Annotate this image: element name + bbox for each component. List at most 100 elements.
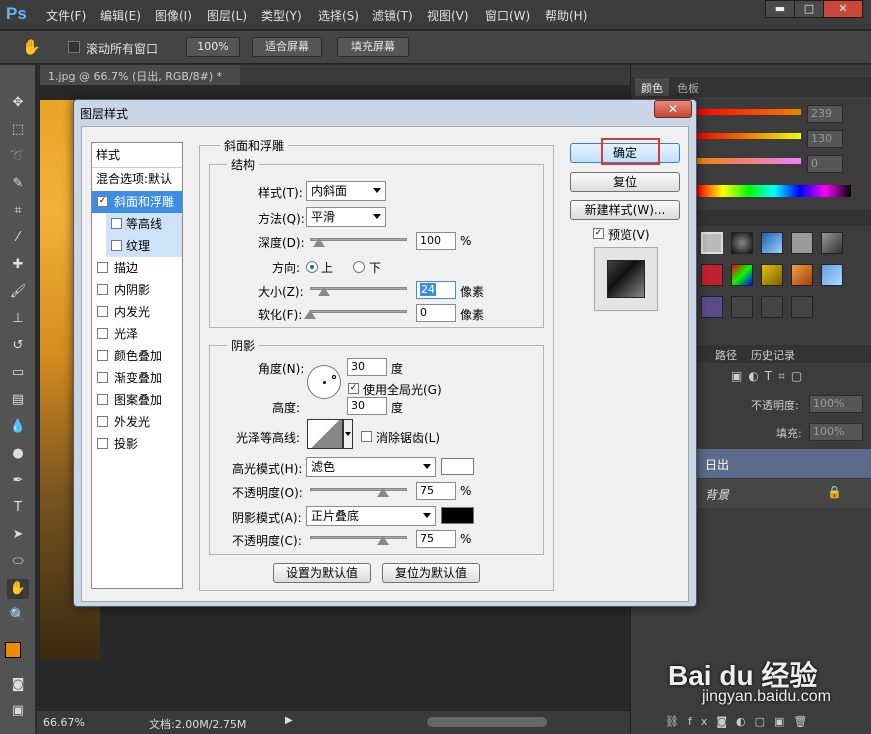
zoom-tool-icon[interactable]: 🔍: [7, 606, 29, 626]
style-item-stroke[interactable]: 描边: [92, 257, 182, 279]
horizontal-scrollbar[interactable]: [427, 717, 547, 727]
angle-dial[interactable]: [307, 365, 341, 399]
preview-checkbox[interactable]: ✓: [593, 228, 604, 239]
technique-select[interactable]: 平滑: [306, 207, 386, 227]
zoom-level[interactable]: 66.67%: [43, 716, 85, 729]
fit-screen-button[interactable]: 适合屏幕: [252, 37, 322, 57]
make-default-button[interactable]: 设置为默认值: [273, 563, 371, 583]
menu-edit[interactable]: 编辑(E): [100, 7, 141, 24]
eyedropper-tool-icon[interactable]: ⁄: [7, 228, 29, 248]
style-item-drop-shadow[interactable]: 投影: [92, 433, 182, 455]
blue-slider[interactable]: [697, 158, 801, 164]
tab-color[interactable]: 颜色: [635, 78, 669, 96]
style-swatch[interactable]: [731, 264, 753, 286]
blend-options-item[interactable]: 混合选项:默认: [96, 170, 172, 187]
brush-tool-icon[interactable]: 🖌: [7, 282, 29, 302]
dodge-tool-icon[interactable]: ●: [7, 444, 29, 464]
style-checkbox[interactable]: [111, 240, 122, 251]
style-item-color-overlay[interactable]: 颜色叠加: [92, 345, 182, 367]
menu-filter[interactable]: 滤镜(T): [372, 7, 413, 24]
menu-type[interactable]: 类型(Y): [261, 7, 302, 24]
color-spectrum-bar[interactable]: [697, 185, 851, 197]
anti-alias-checkbox[interactable]: [361, 431, 372, 442]
highlight-opacity-thumb[interactable]: [377, 488, 389, 497]
tab-paths[interactable]: 路径: [709, 345, 743, 363]
reset-default-button[interactable]: 复位为默认值: [382, 563, 480, 583]
style-swatch[interactable]: [821, 232, 843, 254]
maximize-button[interactable]: □: [794, 0, 824, 18]
size-slider-thumb[interactable]: [318, 287, 330, 296]
style-swatch[interactable]: [701, 296, 723, 318]
layer-action-icons[interactable]: ⛓fx◙◐▢▣🗑: [665, 715, 816, 728]
menu-file[interactable]: 文件(F): [46, 7, 86, 24]
fill-input[interactable]: 100%: [809, 423, 863, 441]
style-checkbox[interactable]: ✓: [97, 196, 108, 207]
depth-input[interactable]: 100: [416, 232, 456, 250]
status-menu-arrow-icon[interactable]: ▶: [285, 715, 293, 726]
menu-window[interactable]: 窗口(W): [485, 7, 530, 24]
style-item-bevel-emboss[interactable]: ✓ 斜面和浮雕: [92, 191, 182, 213]
shadow-opacity-thumb[interactable]: [377, 536, 389, 545]
green-slider[interactable]: [697, 133, 801, 139]
style-checkbox[interactable]: [97, 262, 108, 273]
bevel-style-select[interactable]: 内斜面: [306, 181, 386, 201]
soften-slider-thumb[interactable]: [304, 310, 316, 319]
style-item-inner-shadow[interactable]: 内阴影: [92, 279, 182, 301]
fill-screen-button[interactable]: 填充屏幕: [337, 37, 409, 57]
zoom-100-button[interactable]: 100%: [186, 37, 240, 57]
shadow-opacity-slider[interactable]: [310, 536, 407, 539]
style-swatch[interactable]: [791, 296, 813, 318]
chevron-down-icon[interactable]: [343, 419, 353, 449]
hand-tool-icon[interactable]: ✋: [7, 579, 29, 599]
healing-tool-icon[interactable]: ✚: [7, 255, 29, 275]
style-swatch[interactable]: [791, 232, 813, 254]
quick-select-tool-icon[interactable]: ✎: [7, 174, 29, 194]
direction-down-radio[interactable]: [353, 261, 365, 273]
red-value[interactable]: 239: [807, 105, 843, 123]
style-swatch[interactable]: [731, 232, 753, 254]
style-checkbox[interactable]: [97, 328, 108, 339]
dialog-close-button[interactable]: ✕: [654, 100, 692, 118]
quick-mask-icon[interactable]: ◙: [7, 675, 29, 695]
style-item-inner-glow[interactable]: 内发光: [92, 301, 182, 323]
document-tab[interactable]: 1.jpg @ 66.7% (日出, RGB/8#) * ×: [40, 65, 240, 97]
soften-input[interactable]: 0: [416, 304, 456, 322]
reset-button[interactable]: 复位: [570, 172, 680, 192]
blur-tool-icon[interactable]: 💧: [7, 417, 29, 437]
layer-filter-icons[interactable]: ▣◐T⌗▢: [731, 369, 808, 384]
new-style-button[interactable]: 新建样式(W)...: [570, 200, 680, 220]
style-checkbox[interactable]: [97, 394, 108, 405]
style-swatch[interactable]: [701, 264, 723, 286]
style-checkbox[interactable]: [97, 372, 108, 383]
gradient-tool-icon[interactable]: ▤: [7, 390, 29, 410]
style-swatch[interactable]: [761, 264, 783, 286]
eraser-tool-icon[interactable]: ▭: [7, 363, 29, 383]
depth-slider-thumb[interactable]: [313, 238, 325, 247]
menu-view[interactable]: 视图(V): [427, 7, 469, 24]
global-light-checkbox[interactable]: ✓: [348, 383, 359, 394]
type-tool-icon[interactable]: T: [7, 498, 29, 518]
path-select-tool-icon[interactable]: ➤: [7, 525, 29, 545]
style-swatch[interactable]: [821, 264, 843, 286]
style-swatch[interactable]: [701, 232, 723, 254]
style-checkbox[interactable]: [97, 438, 108, 449]
tab-swatches[interactable]: 色板: [671, 78, 705, 96]
style-checkbox[interactable]: [111, 218, 122, 229]
shape-tool-icon[interactable]: ⬭: [7, 552, 29, 572]
highlight-mode-select[interactable]: 滤色: [306, 457, 436, 477]
window-close-button[interactable]: ✕: [823, 0, 863, 18]
menu-help[interactable]: 帮助(H): [545, 7, 587, 24]
stamp-tool-icon[interactable]: ⊥: [7, 309, 29, 329]
tab-history[interactable]: 历史记录: [745, 345, 801, 363]
history-brush-tool-icon[interactable]: ↺: [7, 336, 29, 356]
style-item-contour[interactable]: 等高线: [106, 213, 182, 235]
style-swatch[interactable]: [731, 296, 753, 318]
highlight-opacity-slider[interactable]: [310, 488, 407, 491]
style-checkbox[interactable]: [97, 416, 108, 427]
style-item-satin[interactable]: 光泽: [92, 323, 182, 345]
style-checkbox[interactable]: [97, 284, 108, 295]
red-slider[interactable]: [697, 109, 801, 115]
style-checkbox[interactable]: [97, 306, 108, 317]
highlight-opacity-input[interactable]: 75: [416, 482, 456, 500]
blue-value[interactable]: 0: [807, 155, 843, 173]
